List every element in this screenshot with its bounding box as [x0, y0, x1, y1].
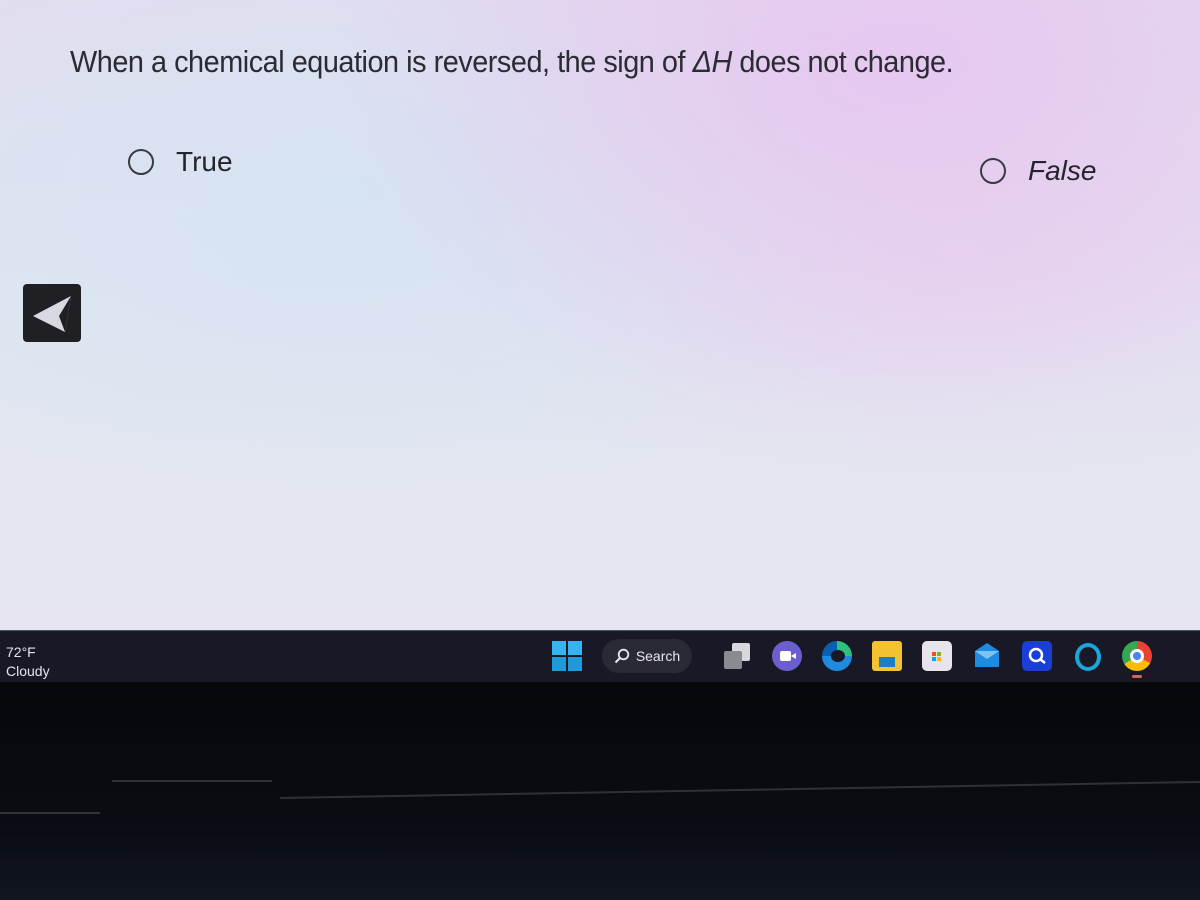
reflection	[0, 812, 100, 814]
taskbar: 72°F Cloudy Search	[0, 630, 1200, 683]
delta-h-symbol: ΔH	[692, 44, 733, 79]
option-false-label: False	[1028, 155, 1097, 186]
option-true[interactable]: True	[128, 146, 233, 178]
active-app-indicator	[1132, 675, 1142, 678]
magnifier-app-icon	[1028, 647, 1046, 664]
option-true-label: True	[176, 146, 233, 177]
cortana-icon[interactable]	[1072, 641, 1102, 671]
option-false[interactable]: False	[980, 155, 1096, 187]
blue-app-icon[interactable]	[1022, 641, 1052, 671]
chrome-icon[interactable]	[1122, 641, 1152, 678]
browser-content: When a chemical equation is reversed, th…	[0, 0, 1200, 630]
store-logo-icon	[932, 652, 941, 661]
question-text: When a chemical equation is reversed, th…	[70, 44, 954, 80]
radio-button-false[interactable]	[980, 158, 1006, 184]
windows-logo-icon	[552, 641, 582, 671]
search-label: Search	[635, 648, 681, 664]
weather-condition: Cloudy	[6, 663, 50, 679]
laptop-bezel	[0, 682, 1200, 900]
task-view-icon[interactable]	[722, 641, 752, 671]
weather-widget[interactable]: 72°F Cloudy	[6, 643, 50, 681]
weather-temperature: 72°F	[6, 644, 36, 660]
file-explorer-icon[interactable]	[872, 641, 902, 671]
back-button[interactable]	[23, 284, 81, 342]
microsoft-store-icon[interactable]	[922, 641, 952, 671]
reflection	[279, 780, 1200, 799]
mail-icon[interactable]	[972, 641, 1002, 671]
taskbar-search[interactable]: Search	[602, 639, 692, 673]
back-arrow-icon	[33, 296, 71, 332]
reflection	[112, 780, 272, 782]
question-text-part: When a chemical equation is reversed, th…	[70, 44, 693, 79]
question-text-part: does not change.	[731, 44, 954, 79]
start-button[interactable]	[552, 641, 582, 671]
search-icon	[614, 648, 630, 664]
edge-browser-icon[interactable]	[822, 641, 852, 671]
teams-meet-icon[interactable]	[772, 641, 802, 671]
radio-button-true[interactable]	[128, 149, 154, 175]
envelope-icon	[975, 643, 999, 667]
